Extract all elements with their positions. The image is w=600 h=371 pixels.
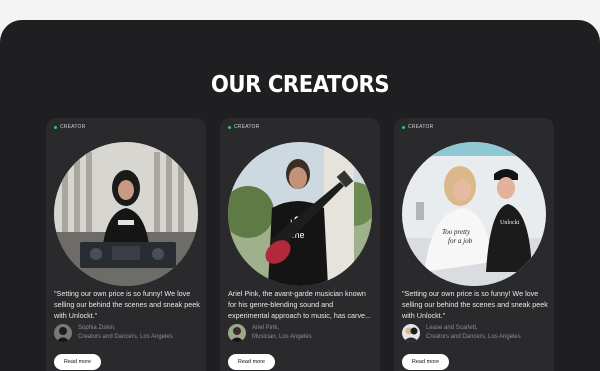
creator-quote: Ariel Pink, the avant-garde musician kno… — [228, 289, 372, 320]
creator-photo: I me — [228, 142, 372, 286]
creator-quote: "Setting our own price is so funny! We l… — [402, 289, 548, 320]
status-dot-icon — [228, 125, 231, 129]
duo-creators-photo-icon: Too pretty for a job Unlockt — [402, 142, 546, 286]
creator-author: Lease and Scarlett, Creators and Dancers… — [402, 324, 521, 342]
status-dot-icon — [402, 125, 405, 129]
creator-quote: "Setting our own price is so funny! We l… — [54, 289, 200, 320]
creator-card: CREATOR Too pretty for a job Unlockt "Se… — [394, 118, 554, 371]
avatar-icon — [228, 324, 246, 342]
author-name: Ariel Pink, — [252, 325, 280, 331]
read-more-button[interactable]: Read more — [54, 354, 101, 370]
avatar — [402, 324, 420, 342]
svg-text:Too pretty: Too pretty — [442, 228, 471, 236]
creator-card: CREATOR "Setting our own price is so fun… — [46, 118, 206, 371]
creator-tag: CREATOR — [54, 124, 85, 130]
avatar-icon — [54, 324, 72, 342]
author-role: Creators and Dancers, Los Angeles — [78, 334, 173, 340]
guitarist-creator-photo-icon: I me — [228, 142, 372, 286]
avatar-icon — [402, 324, 420, 342]
read-more-button[interactable]: Read more — [228, 354, 275, 370]
creator-photo — [54, 142, 198, 286]
avatar — [228, 324, 246, 342]
svg-text:for a job: for a job — [448, 237, 473, 245]
creators-section: OUR CREATORS CREATOR "Setting our own pr… — [0, 20, 600, 371]
creator-tag-label: CREATOR — [234, 124, 260, 130]
creator-tag: CREATOR — [228, 124, 259, 130]
author-name: Lease and Scarlett, — [426, 325, 478, 331]
read-more-button[interactable]: Read more — [402, 354, 449, 370]
creator-card: CREATOR I me Ariel Pink, the avant-garde… — [220, 118, 380, 371]
dj-creator-photo-icon — [54, 142, 198, 286]
svg-text:Unlockt: Unlockt — [500, 220, 520, 226]
author-role: Musician, Los Angeles — [252, 334, 312, 340]
creator-tag-label: CREATOR — [408, 124, 434, 130]
creator-author: Sophia Ziskin, Creators and Dancers, Los… — [54, 324, 173, 342]
author-name: Sophia Ziskin, — [78, 325, 116, 331]
creator-author: Ariel Pink, Musician, Los Angeles — [228, 324, 312, 342]
creator-tag-label: CREATOR — [60, 124, 86, 130]
avatar — [54, 324, 72, 342]
author-role: Creators and Dancers, Los Angeles — [426, 334, 521, 340]
status-dot-icon — [54, 125, 57, 129]
section-title: OUR CREATORS — [210, 72, 390, 98]
creator-photo: Too pretty for a job Unlockt — [402, 142, 546, 286]
creator-tag: CREATOR — [402, 124, 433, 130]
